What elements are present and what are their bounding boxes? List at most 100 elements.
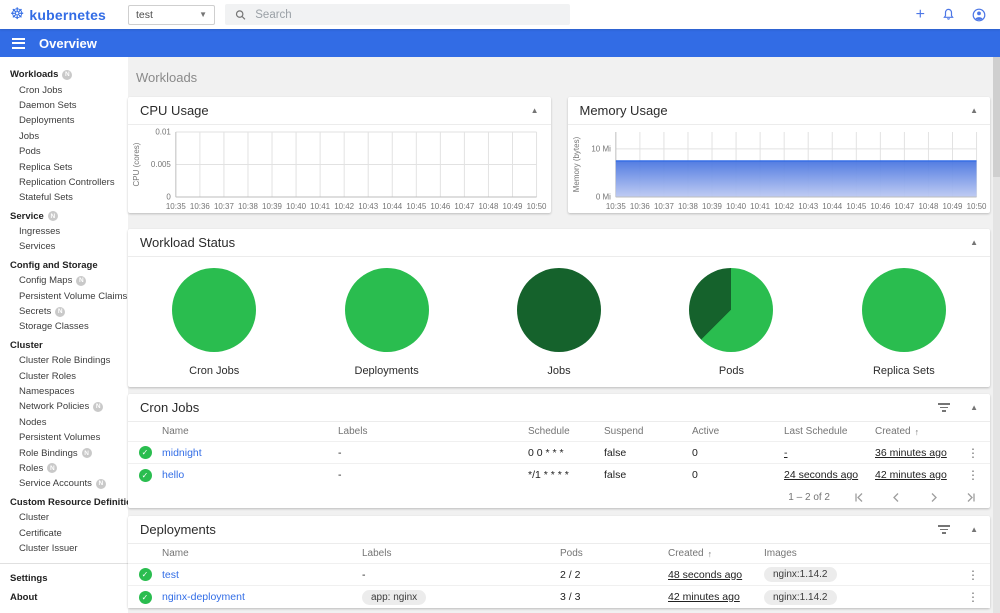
sort-arrow-icon: ↑ — [707, 548, 713, 559]
pie-label: Cron Jobs — [189, 364, 240, 377]
sidebar-item-cluster-issuer[interactable]: Cluster Issuer — [0, 541, 128, 556]
search-input[interactable] — [255, 8, 560, 21]
column-header-created[interactable]: Created ↑ — [668, 548, 764, 559]
column-header-images[interactable]: Images — [764, 548, 956, 559]
sidebar-item-label: Jobs — [19, 130, 40, 142]
collapse-icon[interactable]: ▲ — [970, 525, 978, 534]
sidebar-item-settings[interactable]: Settings — [0, 571, 128, 586]
namespaced-badge: N — [81, 448, 92, 459]
sidebar-item-config-maps[interactable]: Config Maps N — [0, 273, 128, 288]
column-header-schedule[interactable]: Schedule — [528, 426, 604, 437]
check-circle-icon: ✓ — [138, 590, 152, 604]
sidebar-item-services[interactable]: Services — [0, 239, 128, 254]
notifications-icon[interactable] — [942, 8, 955, 21]
sidebar-item-about[interactable]: About — [0, 590, 128, 605]
sidebar-item-roles[interactable]: Roles N — [0, 461, 128, 476]
svg-text:10:36: 10:36 — [629, 202, 649, 211]
filter-icon[interactable] — [936, 523, 952, 536]
create-resource-button[interactable]: + — [916, 6, 925, 23]
pie-chart-pods — [689, 267, 774, 352]
sidebar-item-label: Service — [10, 210, 44, 222]
scrollbar-thumb[interactable] — [993, 57, 1000, 177]
sidebar-item-cluster-role-bindings[interactable]: Cluster Role Bindings — [0, 353, 128, 368]
sidebar-item-namespaces[interactable]: Namespaces — [0, 384, 128, 399]
sidebar-item-certificate[interactable]: Certificate — [0, 525, 128, 540]
kebab-menu-icon[interactable]: ⋮ — [956, 468, 990, 482]
kebab-menu-icon[interactable]: ⋮ — [956, 568, 990, 582]
kebab-menu-icon[interactable]: ⋮ — [956, 446, 990, 460]
sidebar-item-deployments[interactable]: Deployments — [0, 113, 128, 128]
sidebar-item-storage-classes[interactable]: Storage Classes — [0, 319, 128, 334]
active-cell: 0 — [692, 469, 698, 481]
column-header-labels[interactable]: Labels — [338, 426, 528, 437]
column-header-pods[interactable]: Pods — [560, 548, 668, 559]
sidebar-item-stateful-sets[interactable]: Stateful Sets — [0, 190, 128, 205]
deployment-name-link[interactable]: nginx-deployment — [162, 591, 362, 603]
sidebar-item-daemon-sets[interactable]: Daemon Sets — [0, 98, 128, 113]
collapse-icon[interactable]: ▲ — [531, 106, 539, 115]
svg-text:10:38: 10:38 — [678, 202, 698, 211]
cron-job-name-link[interactable]: hello — [162, 469, 338, 481]
sidebar-item-service[interactable]: Service N — [0, 209, 128, 224]
sidebar-item-persistent-volume-claims[interactable]: Persistent Volume ClaimsN — [0, 288, 128, 303]
filter-icon[interactable] — [936, 401, 952, 414]
sidebar-item-cluster-roles[interactable]: Cluster Roles — [0, 368, 128, 383]
sidebar-item-network-policies[interactable]: Network Policies N — [0, 399, 128, 414]
pie-label: Jobs — [547, 364, 571, 377]
last-page-icon[interactable] — [965, 492, 976, 503]
cpu-usage-title: CPU Usage — [140, 103, 209, 118]
sidebar: Workloads N Cron Jobs Daemon Sets Deployment… — [0, 57, 128, 613]
chart-svg: 0 Mi 10 Mi 10:35 10:36 10:37 10:38 10:39 10:40 1… — [571, 132, 987, 211]
collapse-icon[interactable]: ▲ — [970, 403, 978, 412]
menu-icon[interactable] — [10, 34, 27, 53]
column-header-last-schedule[interactable]: Last Schedule — [784, 426, 875, 437]
sidebar-item-workloads[interactable]: Workloads N — [0, 67, 128, 82]
collapse-icon[interactable]: ▲ — [970, 106, 978, 115]
sidebar-item-jobs[interactable]: Jobs — [0, 129, 128, 144]
column-header-labels[interactable]: Labels — [362, 548, 560, 559]
sidebar-item-cluster[interactable]: Cluster — [0, 338, 128, 353]
sidebar-item-cluster[interactable]: Cluster — [0, 510, 128, 525]
svg-text:10:47: 10:47 — [894, 202, 914, 211]
collapse-icon[interactable]: ▲ — [970, 238, 978, 247]
column-header-name[interactable]: Name — [162, 426, 338, 437]
sidebar-item-label: Workloads — [10, 69, 59, 81]
sidebar-item-pods[interactable]: Pods — [0, 144, 128, 159]
sidebar-item-secrets[interactable]: Secrets N — [0, 304, 128, 319]
created-cell: 42 minutes ago — [668, 591, 740, 603]
next-page-icon[interactable] — [928, 492, 939, 503]
sidebar-item-ingresses[interactable]: Ingresses — [0, 224, 128, 239]
sidebar-item-cron-jobs[interactable]: Cron Jobs — [0, 82, 128, 97]
deployment-name-link[interactable]: test — [162, 569, 362, 581]
sidebar-item-role-bindings[interactable]: Role Bindings N — [0, 445, 128, 460]
sidebar-item-label: Certificate — [19, 527, 62, 539]
sidebar-item-replica-sets[interactable]: Replica Sets — [0, 159, 128, 174]
sidebar-item-config-and-storage[interactable]: Config and Storage — [0, 258, 128, 273]
kebab-menu-icon[interactable]: ⋮ — [956, 590, 990, 604]
search-bar[interactable] — [225, 4, 570, 25]
first-page-icon[interactable] — [854, 492, 865, 503]
column-header-suspend[interactable]: Suspend — [604, 426, 692, 437]
prev-page-icon[interactable] — [891, 492, 902, 503]
sidebar-item-custom-resource-definitions[interactable]: Custom Resource Definitions — [0, 495, 128, 510]
status-ok-cell: ✓ — [128, 590, 162, 604]
svg-text:10:35: 10:35 — [605, 202, 625, 211]
sidebar-item-label: Service Accounts — [19, 478, 92, 490]
column-header-created[interactable]: Created ↑ — [875, 426, 956, 437]
check-circle-icon: ✓ — [138, 446, 152, 459]
kubernetes-logo[interactable]: ☸ kubernetes — [0, 6, 128, 23]
sidebar-item-persistent-volumes[interactable]: Persistent Volumes — [0, 430, 128, 445]
svg-text:0.01: 0.01 — [155, 128, 171, 137]
column-header-name[interactable]: Name — [162, 548, 362, 559]
svg-text:10:40: 10:40 — [286, 202, 306, 211]
sidebar-item-replication-controllers[interactable]: Replication Controllers — [0, 175, 128, 190]
sidebar-item-label: Pods — [19, 146, 41, 158]
scrollbar[interactable] — [993, 57, 1000, 613]
sidebar-item-nodes[interactable]: Nodes — [0, 415, 128, 430]
cron-job-name-link[interactable]: midnight — [162, 447, 338, 459]
sidebar-item-label: Deployments — [19, 115, 75, 127]
namespace-selector[interactable]: test ▼ — [128, 4, 215, 25]
sidebar-item-service-accounts[interactable]: Service Accounts N — [0, 476, 128, 491]
user-account-icon[interactable] — [972, 8, 986, 22]
column-header-active[interactable]: Active — [692, 426, 784, 437]
